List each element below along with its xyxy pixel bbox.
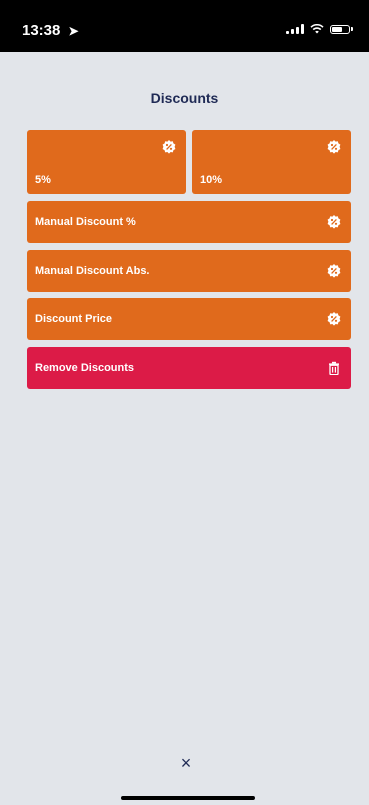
manual-discount-percent-label: Manual Discount % — [35, 216, 136, 228]
discount-preset-5[interactable]: 5% — [27, 130, 186, 194]
discount-badge-icon — [327, 215, 341, 229]
battery-icon — [330, 24, 350, 34]
page-title: Discounts — [150, 90, 219, 106]
discount-badge-icon — [327, 264, 341, 278]
manual-discount-abs-button[interactable]: Manual Discount Abs. — [27, 250, 351, 292]
remove-discounts-label: Remove Discounts — [35, 362, 135, 374]
status-icons — [286, 24, 353, 34]
discount-preset-5-label: 5% — [35, 174, 51, 186]
discount-badge-icon — [327, 312, 341, 326]
signal-icon — [286, 24, 304, 34]
manual-discount-percent-button[interactable]: Manual Discount % — [27, 201, 351, 243]
discount-badge-icon — [162, 140, 176, 154]
battery-cap — [351, 27, 353, 31]
discount-badge-icon — [327, 140, 341, 154]
status-bar: 13:38 ➤ — [0, 0, 369, 52]
discount-price-label: Discount Price — [35, 313, 113, 325]
discount-preset-10-label: 10% — [200, 174, 223, 186]
home-indicator — [121, 796, 255, 800]
discount-price-button[interactable]: Discount Price — [27, 298, 351, 340]
wifi-icon — [310, 24, 324, 34]
close-icon[interactable]: × — [178, 754, 194, 772]
trash-icon — [329, 361, 339, 375]
remove-discounts-button[interactable]: Remove Discounts — [27, 347, 351, 389]
discount-preset-10[interactable]: 10% — [192, 130, 351, 194]
manual-discount-abs-label: Manual Discount Abs. — [35, 265, 150, 277]
location-icon: ➤ — [68, 24, 79, 38]
status-time-text: 13:38 — [22, 22, 61, 39]
status-time: 13:38 ➤ — [22, 22, 79, 39]
